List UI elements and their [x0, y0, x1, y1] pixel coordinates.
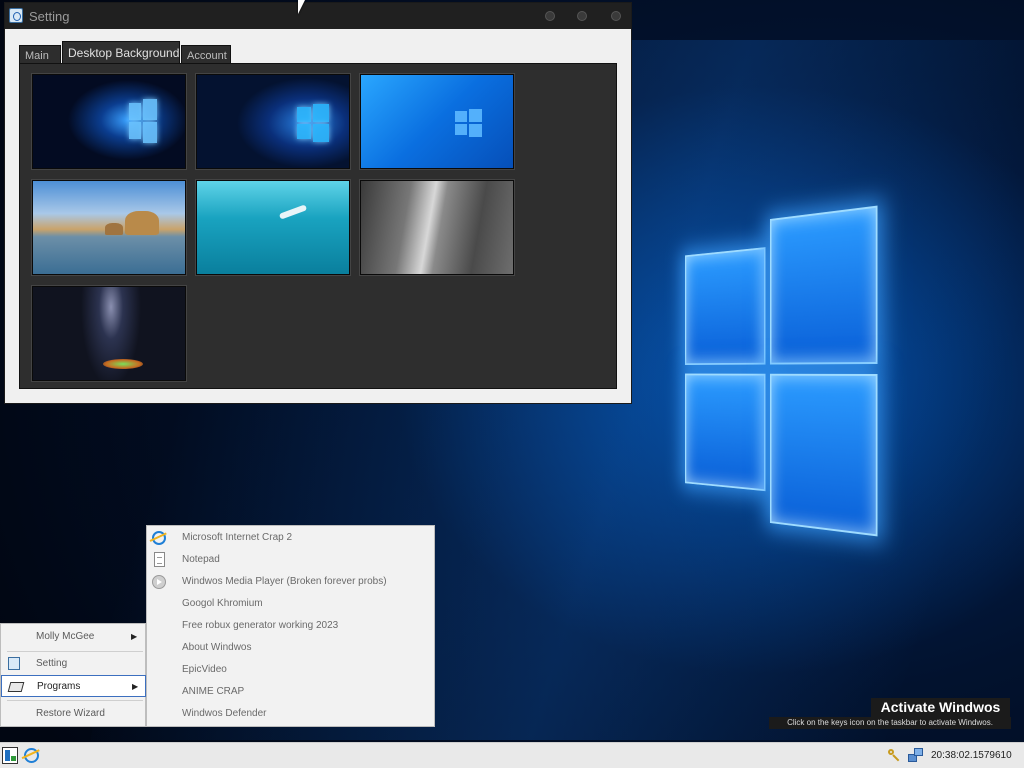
menu-item-label: EpicVideo	[182, 659, 227, 681]
taskbar: 20:38:02.1579610	[0, 742, 1024, 768]
mini-logo-pane	[455, 111, 467, 122]
mini-logo-pane	[313, 104, 329, 122]
keys-icon[interactable]	[887, 748, 901, 762]
wallpaper-thumbnail[interactable]	[360, 180, 514, 275]
windows-logo	[685, 206, 874, 536]
taskbar-clock[interactable]: 20:38:02.1579610	[931, 743, 1012, 768]
mini-logo-pane	[143, 122, 157, 143]
mini-logo-pane	[143, 99, 157, 120]
menu-item-epicvideo[interactable]: EpicVideo	[147, 659, 434, 681]
menu-item-notepad[interactable]: Notepad	[147, 549, 434, 571]
start-button[interactable]	[2, 747, 18, 764]
menu-item-label: Free robux generator working 2023	[182, 615, 338, 637]
logo-pane	[770, 374, 878, 537]
chevron-right-icon: ▶	[131, 626, 137, 648]
mini-logo-pane	[469, 109, 482, 122]
wallpaper-thumbnail[interactable]	[196, 74, 350, 169]
mini-logo-pane	[469, 124, 482, 137]
programs-submenu: Microsoft Internet Crap 2 Notepad Windwo…	[146, 525, 435, 727]
menu-item-windwos-defender[interactable]: Windwos Defender	[147, 703, 434, 725]
mini-logo-pane	[129, 103, 141, 120]
setting-icon	[8, 657, 20, 670]
mouse-cursor	[298, 0, 305, 14]
menu-item-internet-crap[interactable]: Microsoft Internet Crap 2	[147, 527, 434, 549]
maximize-button[interactable]	[577, 11, 587, 21]
logo-pane	[770, 206, 878, 365]
mini-logo-pane	[313, 124, 329, 142]
setting-app-icon	[9, 8, 23, 23]
tent-glow	[103, 359, 143, 369]
rock-shape	[105, 223, 123, 235]
logo-pane	[685, 374, 765, 492]
swimmer-shape	[279, 204, 307, 219]
start-menu: Molly McGee ▶ Setting Programs ▶ Restore…	[0, 623, 146, 727]
restore-wizard-menu-item[interactable]: Restore Wizard	[1, 703, 146, 725]
menu-divider	[7, 651, 143, 652]
menu-item-about-windwos[interactable]: About Windwos	[147, 637, 434, 659]
menu-item-label: Restore Wizard	[36, 703, 105, 725]
wallpaper-thumbnail[interactable]	[32, 286, 186, 381]
menu-item-label: About Windwos	[182, 637, 251, 659]
tab-main[interactable]: Main	[19, 45, 61, 65]
user-name: Molly McGee	[36, 626, 94, 648]
menu-item-label: Programs	[37, 676, 80, 698]
menu-item-label: Setting	[36, 653, 67, 675]
window-titlebar[interactable]: Setting	[5, 3, 631, 29]
close-button[interactable]	[611, 11, 621, 21]
logo-pane	[685, 247, 765, 365]
menu-item-robux-generator[interactable]: Free robux generator working 2023	[147, 615, 434, 637]
wallpaper-thumbnail[interactable]	[32, 180, 186, 275]
menu-item-label: Windwos Media Player (Broken forever pro…	[182, 571, 387, 593]
menu-item-anime-crap[interactable]: ANIME CRAP	[147, 681, 434, 703]
internet-explorer-icon	[152, 531, 166, 545]
mini-logo-pane	[297, 107, 311, 122]
network-icon[interactable]	[908, 748, 924, 763]
tab-account[interactable]: Account	[181, 45, 231, 65]
menu-item-label: ANIME CRAP	[182, 681, 244, 703]
window-title: Setting	[29, 9, 69, 24]
chevron-right-icon: ▶	[132, 676, 138, 698]
menu-item-label: Notepad	[182, 549, 220, 571]
menu-divider	[7, 700, 143, 701]
programs-icon	[8, 682, 25, 692]
wallpaper-thumbnail[interactable]	[32, 74, 186, 169]
menu-item-media-player[interactable]: Windwos Media Player (Broken forever pro…	[147, 571, 434, 593]
setting-menu-item[interactable]: Setting	[1, 653, 146, 675]
mini-logo-pane	[455, 124, 467, 135]
menu-item-label: Microsoft Internet Crap 2	[182, 527, 292, 549]
minimize-button[interactable]	[545, 11, 555, 21]
activation-subtitle: Click on the keys icon on the taskbar to…	[769, 717, 1011, 729]
mini-logo-pane	[129, 122, 141, 139]
rock-shape	[125, 211, 159, 235]
settings-window: Setting Main Desktop Background Account	[4, 2, 632, 404]
menu-item-label: Googol Khromium	[182, 593, 263, 615]
tab-desktop-background[interactable]: Desktop Background	[62, 41, 180, 65]
programs-menu-item[interactable]: Programs ▶	[1, 675, 146, 697]
wallpaper-thumbnail[interactable]	[196, 180, 350, 275]
menu-item-googol-khromium[interactable]: Googol Khromium	[147, 593, 434, 615]
wallpaper-thumbnail[interactable]	[360, 74, 514, 169]
mini-logo-pane	[297, 124, 311, 139]
menu-item-label: Windwos Defender	[182, 703, 266, 725]
user-menu-item[interactable]: Molly McGee ▶	[1, 626, 146, 648]
media-player-icon	[152, 575, 166, 589]
wallpaper-grid	[19, 63, 617, 389]
internet-explorer-icon[interactable]	[24, 748, 39, 763]
activation-title: Activate Windwos	[871, 698, 1010, 717]
notepad-icon	[154, 552, 165, 567]
